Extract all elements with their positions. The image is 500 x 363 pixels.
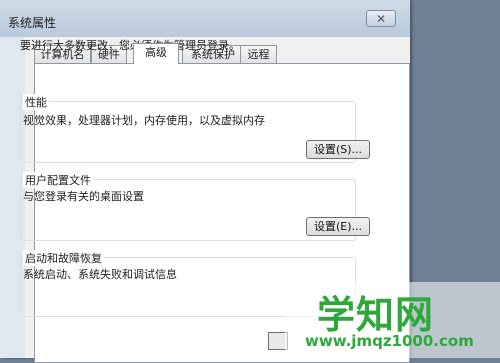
- user-profiles-label: 用户配置文件: [23, 172, 93, 188]
- performance-label: 性能: [23, 94, 49, 110]
- startup-recovery-description: 系统启动、系统失败和调试信息: [23, 268, 177, 281]
- title-bar[interactable]: 系统属性 ✕: [0, 0, 410, 37]
- performance-description: 视觉效果，处理器计划，内存使用，以及虚拟内存: [23, 114, 265, 127]
- performance-group: 性能 视觉效果，处理器计划，内存使用，以及虚拟内存 设置(S)...: [20, 94, 370, 163]
- watermark-title: 学知网: [317, 293, 435, 337]
- tab-remote[interactable]: 远程: [240, 45, 277, 63]
- startup-recovery-label: 启动和故障恢复: [23, 250, 104, 266]
- tab-advanced[interactable]: 高级: [133, 43, 179, 64]
- window-title: 系统属性: [8, 16, 57, 30]
- admin-note: 要进行大多数更改，您必须作为管理员登录。: [20, 39, 240, 52]
- user-profiles-description: 与您登录有关的桌面设置: [23, 190, 144, 203]
- watermark-url: www.jmqz1000.com: [305, 332, 474, 350]
- user-profiles-settings-button[interactable]: 设置(E)...: [306, 217, 370, 236]
- close-button[interactable]: ✕: [366, 10, 396, 27]
- performance-settings-button[interactable]: 设置(S)...: [306, 140, 370, 159]
- watermark-logo: 学知网 www.jmqz1000.com: [285, 282, 500, 358]
- user-profiles-group: 用户配置文件 与您登录有关的桌面设置 设置(E)...: [20, 172, 370, 241]
